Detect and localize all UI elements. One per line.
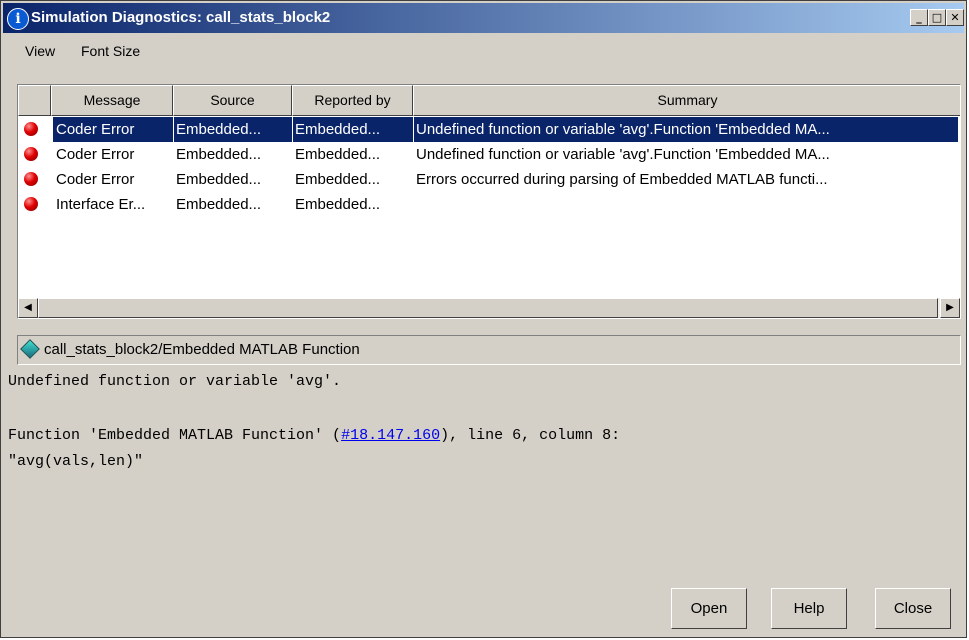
menu-view[interactable]: View: [25, 43, 55, 59]
row-summary: Undefined function or variable 'avg'.Fun…: [416, 146, 830, 163]
column-header-source[interactable]: Source: [173, 85, 292, 116]
block-path-bar: call_stats_block2/Embedded MATLAB Functi…: [17, 335, 961, 365]
row-message: Coder Error: [56, 146, 135, 163]
info-icon: i: [7, 8, 29, 30]
row-message: Coder Error: [53, 117, 173, 142]
close-button[interactable]: Close: [875, 588, 951, 629]
help-button[interactable]: Help: [771, 588, 847, 629]
window-title: Simulation Diagnostics: call_stats_block…: [31, 9, 331, 26]
menu-font-size[interactable]: Font Size: [81, 43, 140, 59]
row-reported-by: Embedded...: [295, 196, 381, 213]
error-icon: [24, 197, 38, 211]
error-icon: [24, 172, 38, 186]
row-message: Interface Er...: [56, 196, 146, 213]
table-row[interactable]: Coder Error Embedded... Embedded... Unde…: [18, 117, 960, 142]
source-link[interactable]: #18.147.160: [341, 427, 440, 444]
table-row[interactable]: Interface Er... Embedded... Embedded...: [18, 192, 960, 217]
row-reported-by: Embedded...: [293, 117, 413, 142]
row-message: Coder Error: [56, 171, 135, 188]
table-row[interactable]: Coder Error Embedded... Embedded... Unde…: [18, 142, 960, 167]
diagnostics-table: Message Source Reported by Summary Coder…: [17, 84, 961, 319]
column-header-summary[interactable]: Summary: [413, 85, 960, 116]
error-icon: [24, 147, 38, 161]
table-header: Message Source Reported by Summary: [18, 85, 960, 116]
open-button[interactable]: Open: [671, 588, 747, 629]
column-header-reported-by[interactable]: Reported by: [292, 85, 413, 116]
row-summary: [414, 192, 958, 217]
scroll-thumb[interactable]: [38, 298, 938, 318]
row-source: Embedded...: [174, 117, 292, 142]
row-reported-by: Embedded...: [295, 146, 381, 163]
close-window-button[interactable]: ✕: [946, 9, 964, 26]
diagnostics-window: i Simulation Diagnostics: call_stats_blo…: [0, 0, 967, 638]
block-path[interactable]: call_stats_block2/Embedded MATLAB Functi…: [44, 341, 360, 358]
detail-location-suffix: ), line 6, column 8:: [440, 427, 621, 444]
detail-message: Undefined function or variable 'avg'.: [8, 373, 342, 390]
row-summary: Undefined function or variable 'avg'.Fun…: [414, 117, 958, 142]
minimize-button[interactable]: _: [910, 9, 928, 26]
column-header-message[interactable]: Message: [51, 85, 173, 116]
row-source: Embedded...: [176, 146, 262, 163]
title-bar[interactable]: i Simulation Diagnostics: call_stats_blo…: [3, 3, 964, 33]
detail-location-prefix: Function 'Embedded MATLAB Function' (: [8, 427, 342, 444]
scroll-right-button[interactable]: ▶: [940, 298, 960, 318]
table-row[interactable]: Coder Error Embedded... Embedded... Erro…: [18, 167, 960, 192]
block-diamond-icon: [20, 339, 40, 359]
error-icon: [24, 122, 38, 136]
maximize-button[interactable]: □: [928, 9, 946, 26]
row-reported-by: Embedded...: [295, 171, 381, 188]
column-header-icon[interactable]: [18, 85, 51, 116]
detail-code: "avg(vals,len)": [8, 453, 144, 470]
scroll-left-button[interactable]: ◀: [18, 298, 38, 318]
row-source: Embedded...: [176, 171, 262, 188]
detail-location: Function 'Embedded MATLAB Function' (#18…: [8, 427, 620, 444]
row-source: Embedded...: [176, 196, 262, 213]
row-summary: Errors occurred during parsing of Embedd…: [416, 171, 828, 188]
horizontal-scrollbar[interactable]: ◀ ▶: [18, 298, 960, 318]
